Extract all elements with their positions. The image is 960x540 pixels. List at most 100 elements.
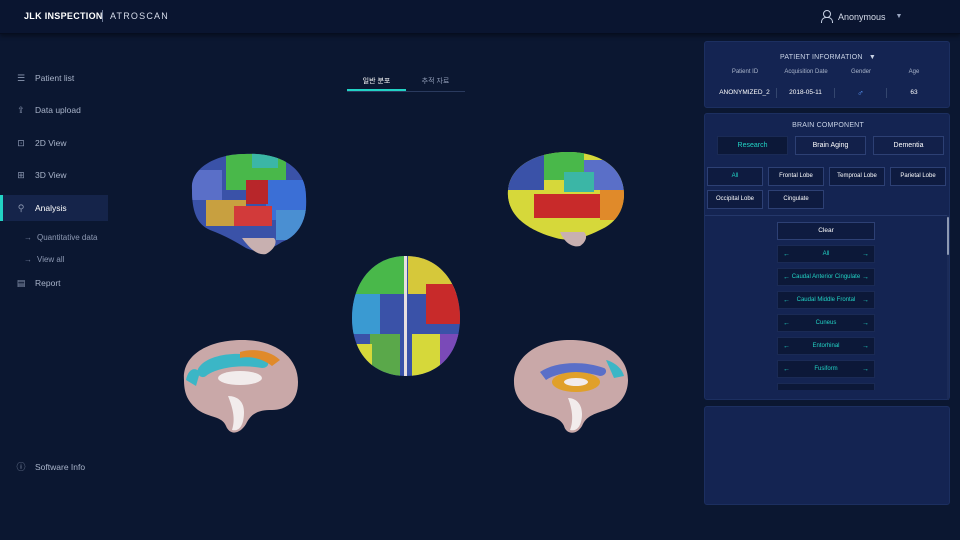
patient-id-value: ANONYMIZED_2	[713, 88, 777, 98]
acquisition-date-value: 2018-05-11	[777, 88, 835, 98]
region-item-partial	[777, 383, 875, 390]
brain-medial-left-view	[183, 340, 298, 433]
region-item-all: ← All →	[777, 245, 875, 263]
tab-follow-up-data[interactable]: 추적 자료	[406, 74, 465, 91]
lobe-filter: All Frontal Lobe Temproal Lobe Parietal …	[707, 167, 947, 209]
temporal-lobe-button[interactable]: Temproal Lobe	[829, 167, 885, 186]
info-icon: ⓘ	[16, 462, 26, 472]
user-icon	[820, 10, 833, 23]
patient-id-header: Patient ID	[731, 69, 759, 75]
region-item-entorhinal: ← Entorhinal →	[777, 337, 875, 355]
research-button[interactable]: Research	[717, 136, 788, 155]
chevron-down-icon: ▼	[895, 13, 903, 20]
upload-icon: ⇪	[17, 105, 25, 115]
region-list: Clear ← All → ← Caudal Anterior Cingulat…	[777, 222, 875, 390]
frontal-lobe-button[interactable]: Frontal Lobe	[768, 167, 824, 186]
region-item-caudal-anterior-cingulate: ← Caudal Anterior Cingulate →	[777, 268, 875, 286]
region-label: All	[822, 251, 830, 257]
arrow-left-icon[interactable]: ←	[783, 297, 790, 304]
arrow-right-icon[interactable]: →	[862, 251, 869, 258]
view-2d-icon: ⊡	[17, 138, 25, 148]
region-item-cuneus: ← Cuneus →	[777, 314, 875, 332]
dementia-button[interactable]: Dementia	[873, 136, 944, 155]
company-logo: JLK INSPECTION	[24, 11, 103, 21]
arrow-right-icon[interactable]: →	[862, 366, 869, 373]
region-label: Caudal Anterior Cingulate	[791, 274, 861, 280]
region-item-caudal-middle-frontal: ← Caudal Middle Frontal →	[777, 291, 875, 309]
arrow-left-icon[interactable]: ←	[783, 320, 790, 327]
sidebar-item-label: Report	[35, 278, 61, 288]
sidebar-item-report[interactable]: ▤ Report	[0, 270, 108, 296]
sidebar: ☰ Patient list ⇪ Data upload ⊡ 2D View ⊞…	[0, 34, 120, 540]
detail-panel	[704, 406, 950, 505]
sidebar-item-data-upload[interactable]: ⇪ Data upload	[0, 97, 108, 123]
brain-medial-right-view	[514, 340, 628, 433]
clear-button[interactable]: Clear	[777, 222, 875, 240]
sidebar-item-3d-view[interactable]: ⊞ 3D View	[0, 162, 108, 188]
arrow-right-icon[interactable]: →	[862, 320, 869, 327]
arrow-left-icon[interactable]: ←	[783, 274, 790, 281]
caret-down-icon: ▼	[868, 54, 876, 61]
sidebar-subitem-quantitative-data[interactable]: → Quantitative data	[24, 233, 97, 242]
arrow-right-icon[interactable]: →	[862, 297, 869, 304]
brain-component-panel: BRAIN COMPONENT Research Brain Aging Dem…	[704, 113, 950, 400]
patient-information-title: PATIENT INFORMATION	[780, 54, 863, 61]
cingulate-button[interactable]: Cingulate	[768, 190, 824, 209]
sidebar-subitem-label: View all	[37, 255, 65, 264]
sidebar-item-patient-list[interactable]: ☰ Patient list	[0, 65, 108, 91]
sidebar-item-label: 2D View	[35, 138, 67, 148]
view-3d-icon: ⊞	[17, 170, 25, 180]
patient-info-table: Patient ID Acquisition Date Gender Age A…	[713, 69, 943, 98]
arrow-right-icon: →	[24, 233, 32, 242]
arrow-right-icon[interactable]: →	[862, 343, 869, 350]
region-label: Cuneus	[815, 320, 837, 326]
region-item-fusiform: ← Fusiform →	[777, 360, 875, 378]
user-name: Anonymous	[838, 11, 886, 22]
panel-divider	[705, 215, 949, 216]
arrow-left-icon[interactable]: ←	[783, 251, 790, 258]
region-scrollbar-thumb[interactable]	[947, 217, 949, 255]
list-icon: ☰	[16, 73, 26, 83]
brain-lateral-left-view	[191, 153, 307, 255]
sidebar-item-label: Analysis	[35, 203, 67, 213]
sidebar-item-label: Data upload	[35, 105, 81, 115]
region-label: Entorhinal	[812, 343, 840, 349]
top-header: JLK INSPECTION ATROSCAN Anonymous ▼	[0, 0, 960, 34]
occipital-lobe-button[interactable]: Occipital Lobe	[707, 190, 763, 209]
arrow-left-icon[interactable]: ←	[783, 366, 790, 373]
product-name: ATROSCAN	[110, 11, 169, 21]
report-icon: ▤	[16, 278, 26, 288]
brain-component-title: BRAIN COMPONENT	[792, 122, 864, 129]
age-header: Age	[908, 69, 920, 75]
region-label: Fusiform	[814, 366, 838, 372]
arrow-right-icon[interactable]: →	[862, 274, 869, 281]
patient-information-header[interactable]: PATIENT INFORMATION ▼	[705, 54, 951, 61]
lobe-all-button[interactable]: All	[707, 167, 763, 186]
sidebar-item-software-info[interactable]: ⓘ Software Info	[0, 454, 108, 480]
sidebar-item-analysis[interactable]: ⚲ Analysis	[0, 195, 108, 221]
mode-selector: Research Brain Aging Dementia	[717, 136, 944, 155]
region-label: Caudal Middle Frontal	[796, 297, 856, 303]
user-menu[interactable]: Anonymous ▼	[820, 10, 902, 23]
patient-information-panel: PATIENT INFORMATION ▼ Patient ID Acquisi…	[704, 41, 950, 108]
parietal-lobe-button[interactable]: Parietal Lobe	[890, 167, 946, 186]
arrow-right-icon: →	[24, 255, 32, 264]
brain-lateral-right-view	[507, 152, 624, 247]
age-value: 63	[910, 89, 918, 96]
tab-general-distribution[interactable]: 일반 분포	[347, 74, 406, 91]
brain-axial-top-view	[352, 256, 460, 376]
acquisition-date-header: Acquisition Date	[784, 69, 828, 75]
gender-header: Gender	[850, 69, 871, 75]
brain-aging-button[interactable]: Brain Aging	[795, 136, 866, 155]
male-gender-icon: ♂	[835, 88, 887, 98]
sidebar-subitem-view-all[interactable]: → View all	[24, 255, 64, 264]
sidebar-item-label: Patient list	[35, 73, 75, 83]
analysis-icon: ⚲	[17, 203, 25, 213]
arrow-left-icon[interactable]: ←	[783, 343, 790, 350]
sidebar-item-label: Software Info	[35, 462, 86, 472]
logo-divider	[102, 10, 103, 22]
sidebar-item-2d-view[interactable]: ⊡ 2D View	[0, 130, 108, 156]
sidebar-subitem-label: Quantitative data	[37, 233, 98, 242]
sidebar-item-label: 3D View	[35, 170, 67, 180]
view-tabs: 일반 분포 추적 자료	[347, 74, 465, 92]
